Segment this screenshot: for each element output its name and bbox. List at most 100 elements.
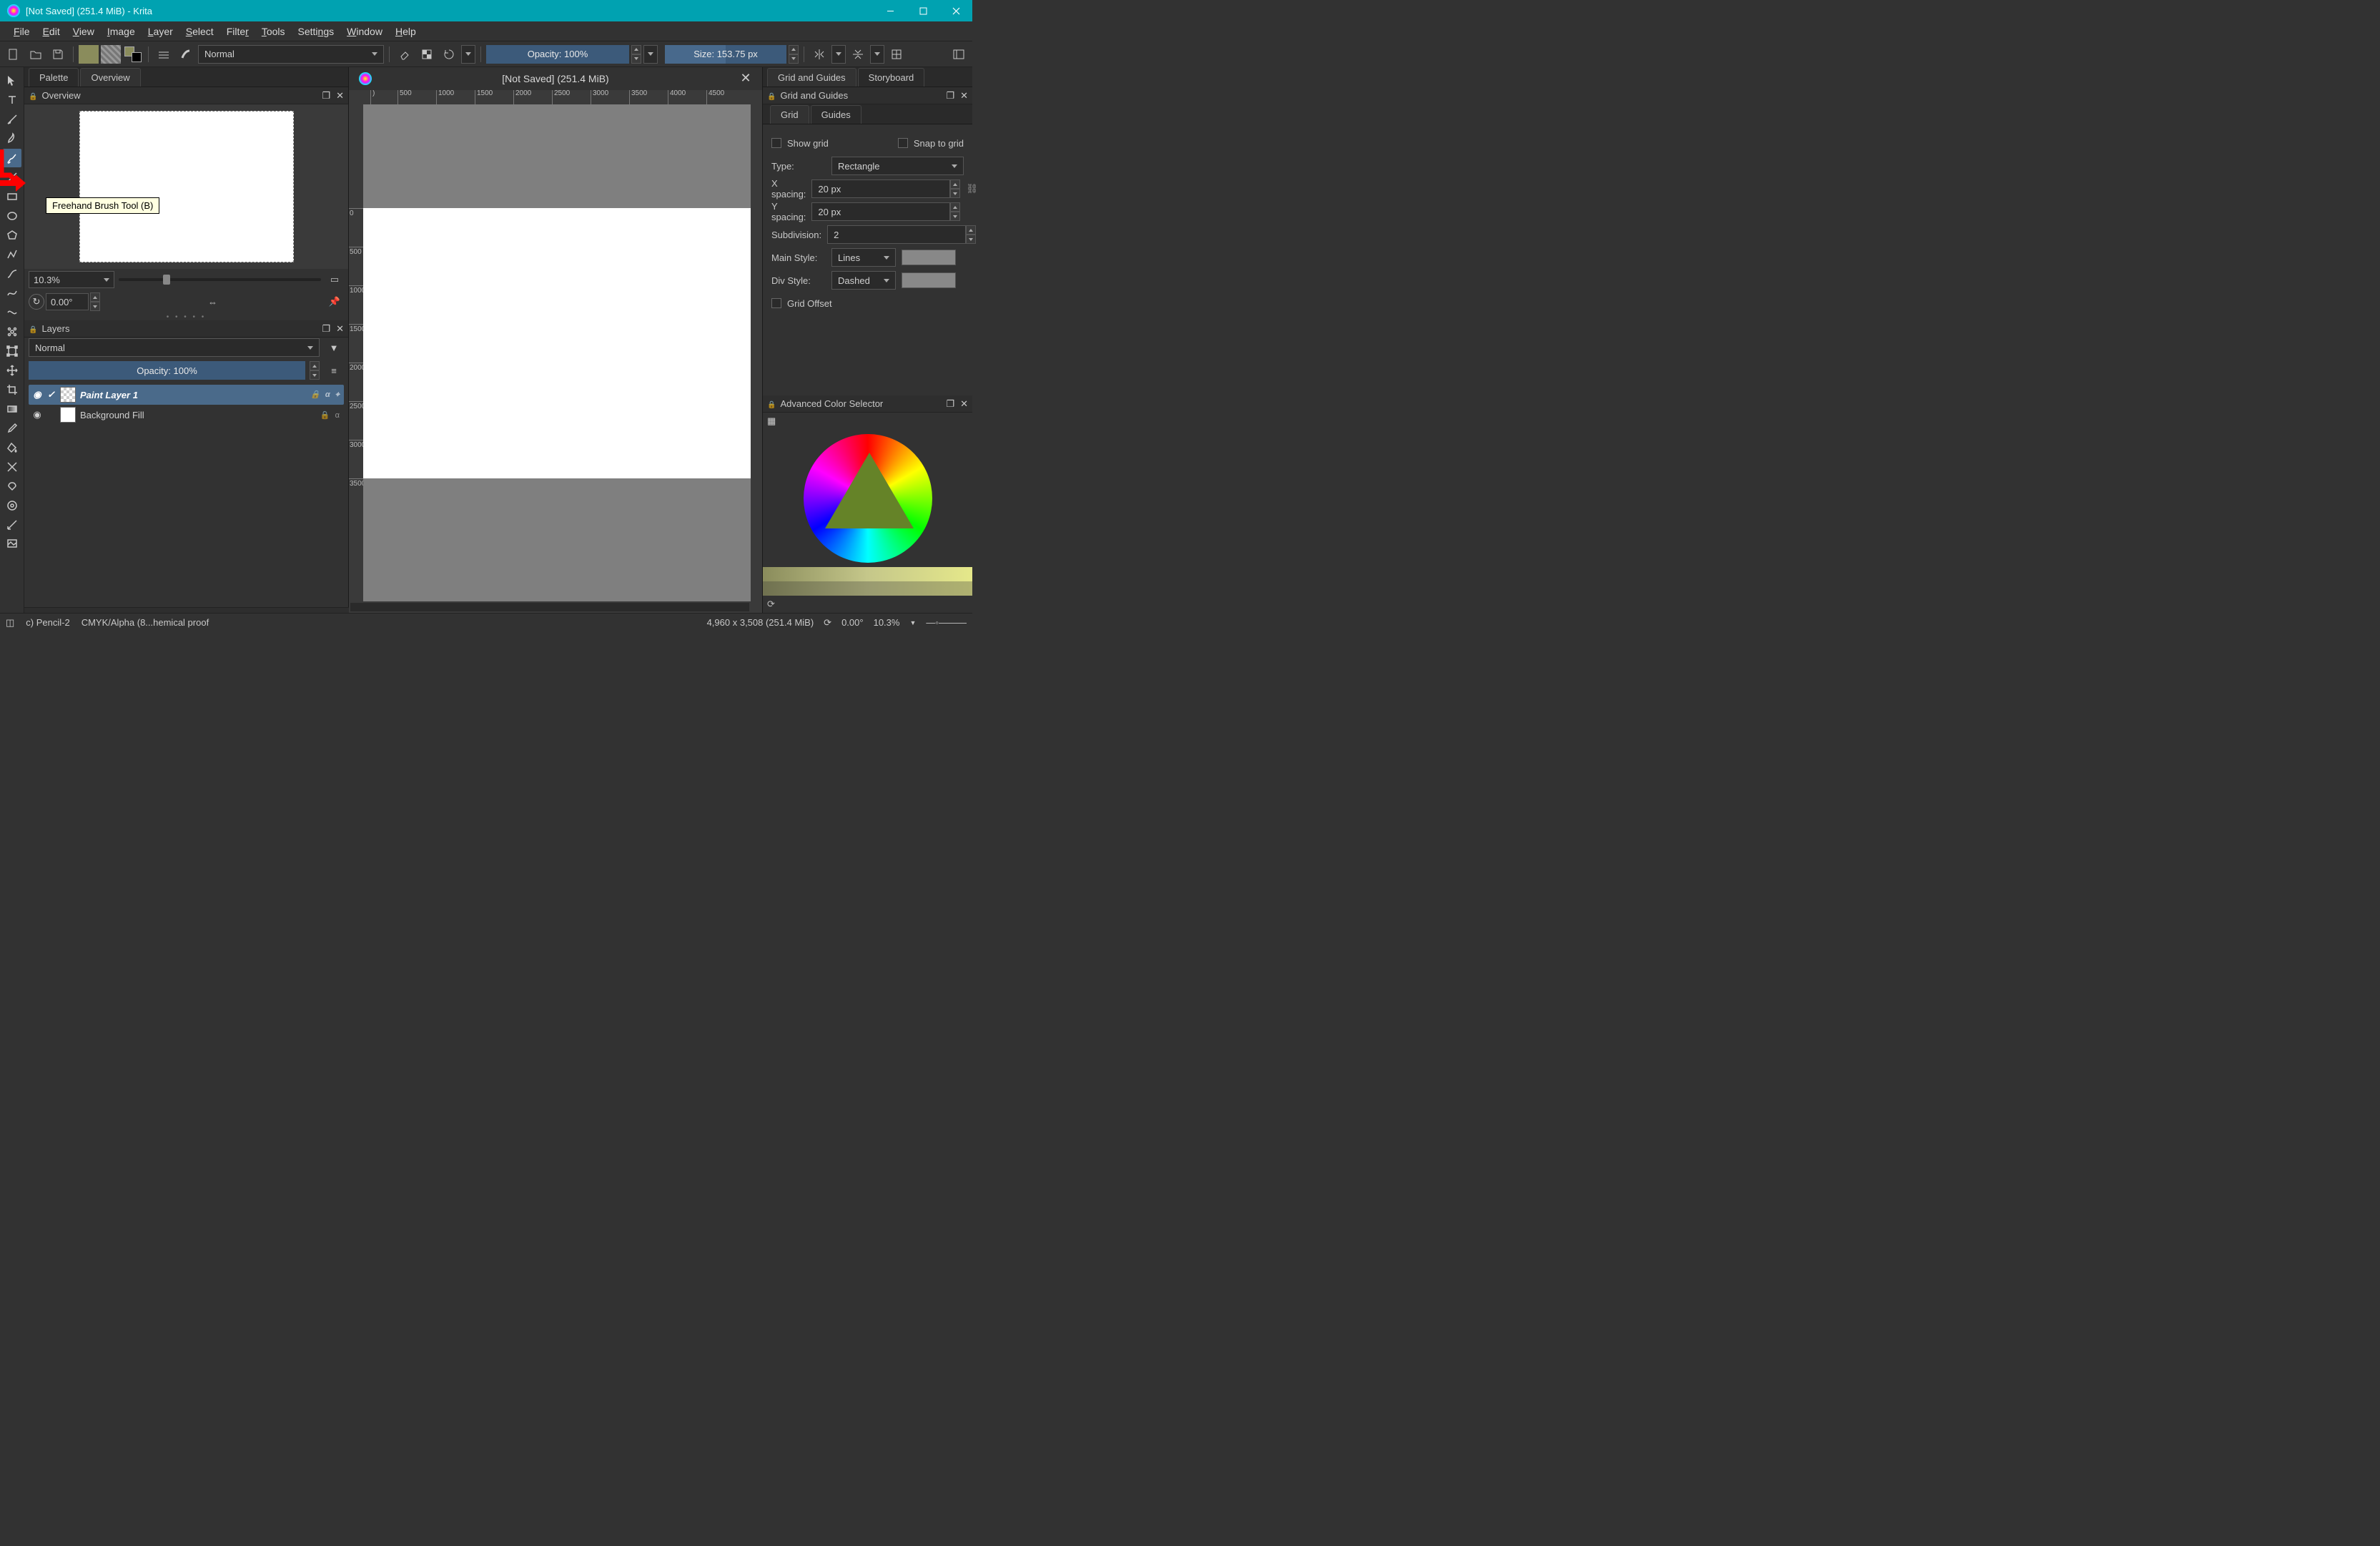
link-spacing-icon[interactable]: ⛓	[966, 183, 977, 195]
dock-splitter[interactable]: • • • • •	[24, 313, 348, 320]
layer-settings-button[interactable]: ≡	[324, 360, 344, 380]
type-combo[interactable]: Rectangle	[831, 157, 964, 175]
pin-button[interactable]: 📌	[325, 294, 344, 310]
multibrush-tool[interactable]	[3, 323, 21, 341]
brush-preset-button[interactable]	[176, 44, 196, 64]
eraser-button[interactable]	[395, 44, 415, 64]
status-rotation-icon[interactable]: ⟳	[824, 617, 831, 629]
save-button[interactable]	[48, 44, 68, 64]
menu-file[interactable]: File	[7, 23, 36, 40]
layer-filter-button[interactable]: ▼	[324, 338, 344, 358]
tab-overview[interactable]: Overview	[80, 68, 140, 87]
main-style-combo[interactable]: Lines	[831, 248, 896, 267]
show-grid-checkbox[interactable]	[771, 138, 781, 148]
transform-tool[interactable]	[3, 342, 21, 360]
pattern-edit-tool[interactable]	[3, 458, 21, 476]
brush-settings-button[interactable]	[154, 44, 174, 64]
assistant-tool[interactable]	[3, 496, 21, 515]
close-button[interactable]	[939, 0, 972, 21]
rotation-spinner[interactable]	[90, 292, 100, 311]
move-tool[interactable]	[3, 72, 21, 90]
opacity-spinner[interactable]	[631, 45, 641, 64]
menu-tools[interactable]: Tools	[255, 23, 292, 40]
sub-tab-grid[interactable]: Grid	[770, 105, 809, 124]
layer-opacity-slider[interactable]: Opacity: 100%	[29, 361, 305, 380]
calligraphy-tool[interactable]	[3, 129, 21, 148]
ruler-vertical[interactable]: 0 500 1000 1500 2000 2500 3000 3500	[349, 104, 363, 601]
mirror-v-dropdown[interactable]	[870, 45, 884, 64]
color-picker-tool[interactable]	[3, 419, 21, 438]
menu-settings[interactable]: Settings	[292, 23, 341, 40]
refresh-icon[interactable]: ⟳	[767, 599, 775, 610]
menu-filter[interactable]: Filter	[220, 23, 255, 40]
maximize-button[interactable]	[907, 0, 939, 21]
size-spinner[interactable]	[789, 45, 799, 64]
close-icon[interactable]: ✕	[336, 323, 344, 335]
selection-icon[interactable]: ◫	[6, 617, 14, 629]
close-icon[interactable]: ✕	[960, 90, 968, 102]
color-history-2[interactable]	[763, 581, 972, 596]
pattern-swatch[interactable]	[101, 45, 121, 64]
edit-shapes-tool[interactable]	[3, 110, 21, 129]
color-triangle[interactable]	[825, 453, 914, 528]
dynamic-brush-tool[interactable]	[3, 303, 21, 322]
mirror-view-button[interactable]: ⇔	[204, 294, 222, 310]
opacity-slider[interactable]: Opacity: 100%	[486, 45, 629, 64]
tab-palette[interactable]: Palette	[29, 68, 79, 87]
ruler-horizontal[interactable]: ) 500 1000 1500 2000 2500 3000 3500 4000…	[349, 90, 762, 104]
crop-tool[interactable]	[3, 380, 21, 399]
menu-help[interactable]: Help	[389, 23, 423, 40]
fill-tool[interactable]	[3, 438, 21, 457]
visibility-icon[interactable]: ◉	[31, 389, 43, 400]
fg-bg-swatch[interactable]	[123, 45, 143, 64]
tab-storyboard[interactable]: Storyboard	[858, 68, 925, 87]
visibility-icon[interactable]: ◉	[31, 409, 43, 420]
gradient-tool[interactable]	[3, 400, 21, 418]
close-icon[interactable]: ✕	[960, 398, 968, 410]
layer-blend-combo[interactable]: Normal	[29, 338, 320, 357]
layer-opacity-spinner[interactable]	[310, 361, 320, 380]
tab-grid-guides[interactable]: Grid and Guides	[767, 68, 856, 87]
status-zoom[interactable]: 10.3%	[874, 617, 900, 628]
brush-history-dropdown[interactable]	[461, 45, 475, 64]
float-icon[interactable]: ❐	[322, 323, 330, 335]
sub-tab-guides[interactable]: Guides	[811, 105, 861, 124]
menu-window[interactable]: Window	[340, 23, 389, 40]
scrollbar-vertical[interactable]	[751, 104, 762, 601]
status-color-profile[interactable]: CMYK/Alpha (8...hemical proof	[82, 617, 209, 628]
wrap-button[interactable]	[887, 44, 907, 64]
overview-viewport[interactable]	[24, 104, 348, 269]
rotation-value[interactable]: 0.00°	[46, 293, 89, 310]
div-style-color[interactable]	[902, 272, 956, 288]
subdiv-input[interactable]	[827, 225, 966, 244]
layer-flags[interactable]: 🔒 α ⌖	[310, 390, 341, 400]
rotation-dial[interactable]: ↻	[29, 294, 44, 310]
y-spacing-spinner[interactable]	[950, 202, 960, 221]
alpha-lock-button[interactable]	[417, 44, 437, 64]
opacity-dropdown[interactable]	[643, 45, 658, 64]
subdiv-spinner[interactable]	[966, 225, 976, 244]
layer-background-fill[interactable]: ◉ Background Fill 🔒 α	[29, 405, 344, 425]
check-icon[interactable]: ✓	[47, 389, 56, 400]
open-button[interactable]	[26, 44, 46, 64]
canvas-page[interactable]	[363, 208, 751, 478]
menu-layer[interactable]: Layer	[142, 23, 179, 40]
measure-tool[interactable]	[3, 516, 21, 534]
menu-view[interactable]: View	[66, 23, 101, 40]
x-spacing-spinner[interactable]	[950, 179, 960, 198]
new-button[interactable]	[4, 44, 24, 64]
layer-flags[interactable]: 🔒 α	[320, 410, 341, 420]
close-icon[interactable]: ✕	[336, 90, 344, 102]
workspace-button[interactable]	[949, 44, 969, 64]
snap-grid-checkbox[interactable]	[898, 138, 908, 148]
fill-swatch[interactable]	[79, 45, 99, 64]
size-slider[interactable]: Size: 153.75 px	[665, 45, 786, 64]
div-style-combo[interactable]: Dashed	[831, 271, 896, 290]
fit-screen-button[interactable]: ▭	[325, 272, 344, 287]
move-layer-tool[interactable]	[3, 361, 21, 380]
ellipse-tool[interactable]	[3, 207, 21, 225]
x-spacing-input[interactable]	[811, 179, 950, 198]
reference-tool[interactable]	[3, 535, 21, 553]
scrollbar-horizontal[interactable]	[349, 601, 762, 613]
smart-fill-tool[interactable]	[3, 477, 21, 496]
